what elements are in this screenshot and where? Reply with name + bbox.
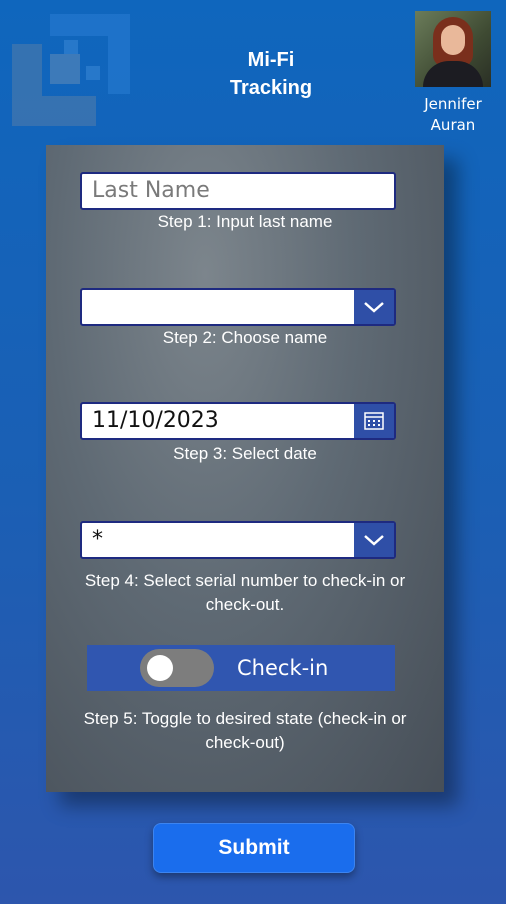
serial-number-dropdown[interactable]: *	[80, 521, 396, 559]
chevron-down-icon[interactable]	[354, 290, 394, 324]
app-logo	[12, 14, 130, 126]
date-picker[interactable]: 11/10/2023	[80, 402, 396, 440]
step-3-label: Step 3: Select date	[173, 444, 317, 463]
chevron-down-icon[interactable]	[354, 523, 394, 557]
calendar-icon[interactable]	[354, 404, 394, 438]
check-in-toggle[interactable]: Check-in	[87, 645, 395, 691]
toggle-switch[interactable]	[140, 649, 214, 687]
step-4-label-line2: check-out.	[205, 595, 285, 614]
app-title-line2: Tracking	[229, 77, 313, 99]
app-title: Mi-Fi Tracking	[196, 46, 346, 102]
step-1-label: Step 1: Input last name	[157, 212, 333, 231]
date-value: 11/10/2023	[92, 408, 219, 433]
user-avatar	[415, 11, 491, 87]
last-name-placeholder: Last Name	[92, 178, 210, 203]
app-title-line1: Mi-Fi	[247, 49, 295, 71]
step-5-label-line1: Step 5: Toggle to desired state (check-i…	[83, 709, 407, 728]
toggle-knob[interactable]	[147, 655, 173, 681]
step-2-label: Step 2: Choose name	[162, 328, 328, 347]
submit-button[interactable]: Submit	[153, 823, 355, 873]
step-5-label-line2: check-out)	[205, 733, 285, 752]
last-name-input[interactable]: Last Name	[80, 172, 396, 210]
user-name: Jennifer Auran	[405, 94, 501, 136]
user-last-name: Auran	[430, 116, 476, 134]
form-panel	[46, 145, 444, 792]
step-4-label-line1: Step 4: Select serial number to check-in…	[84, 571, 406, 590]
serial-number-value: *	[92, 527, 103, 552]
toggle-label: Check-in	[237, 656, 329, 680]
user-first-name: Jennifer	[424, 95, 482, 113]
name-dropdown[interactable]	[80, 288, 396, 326]
